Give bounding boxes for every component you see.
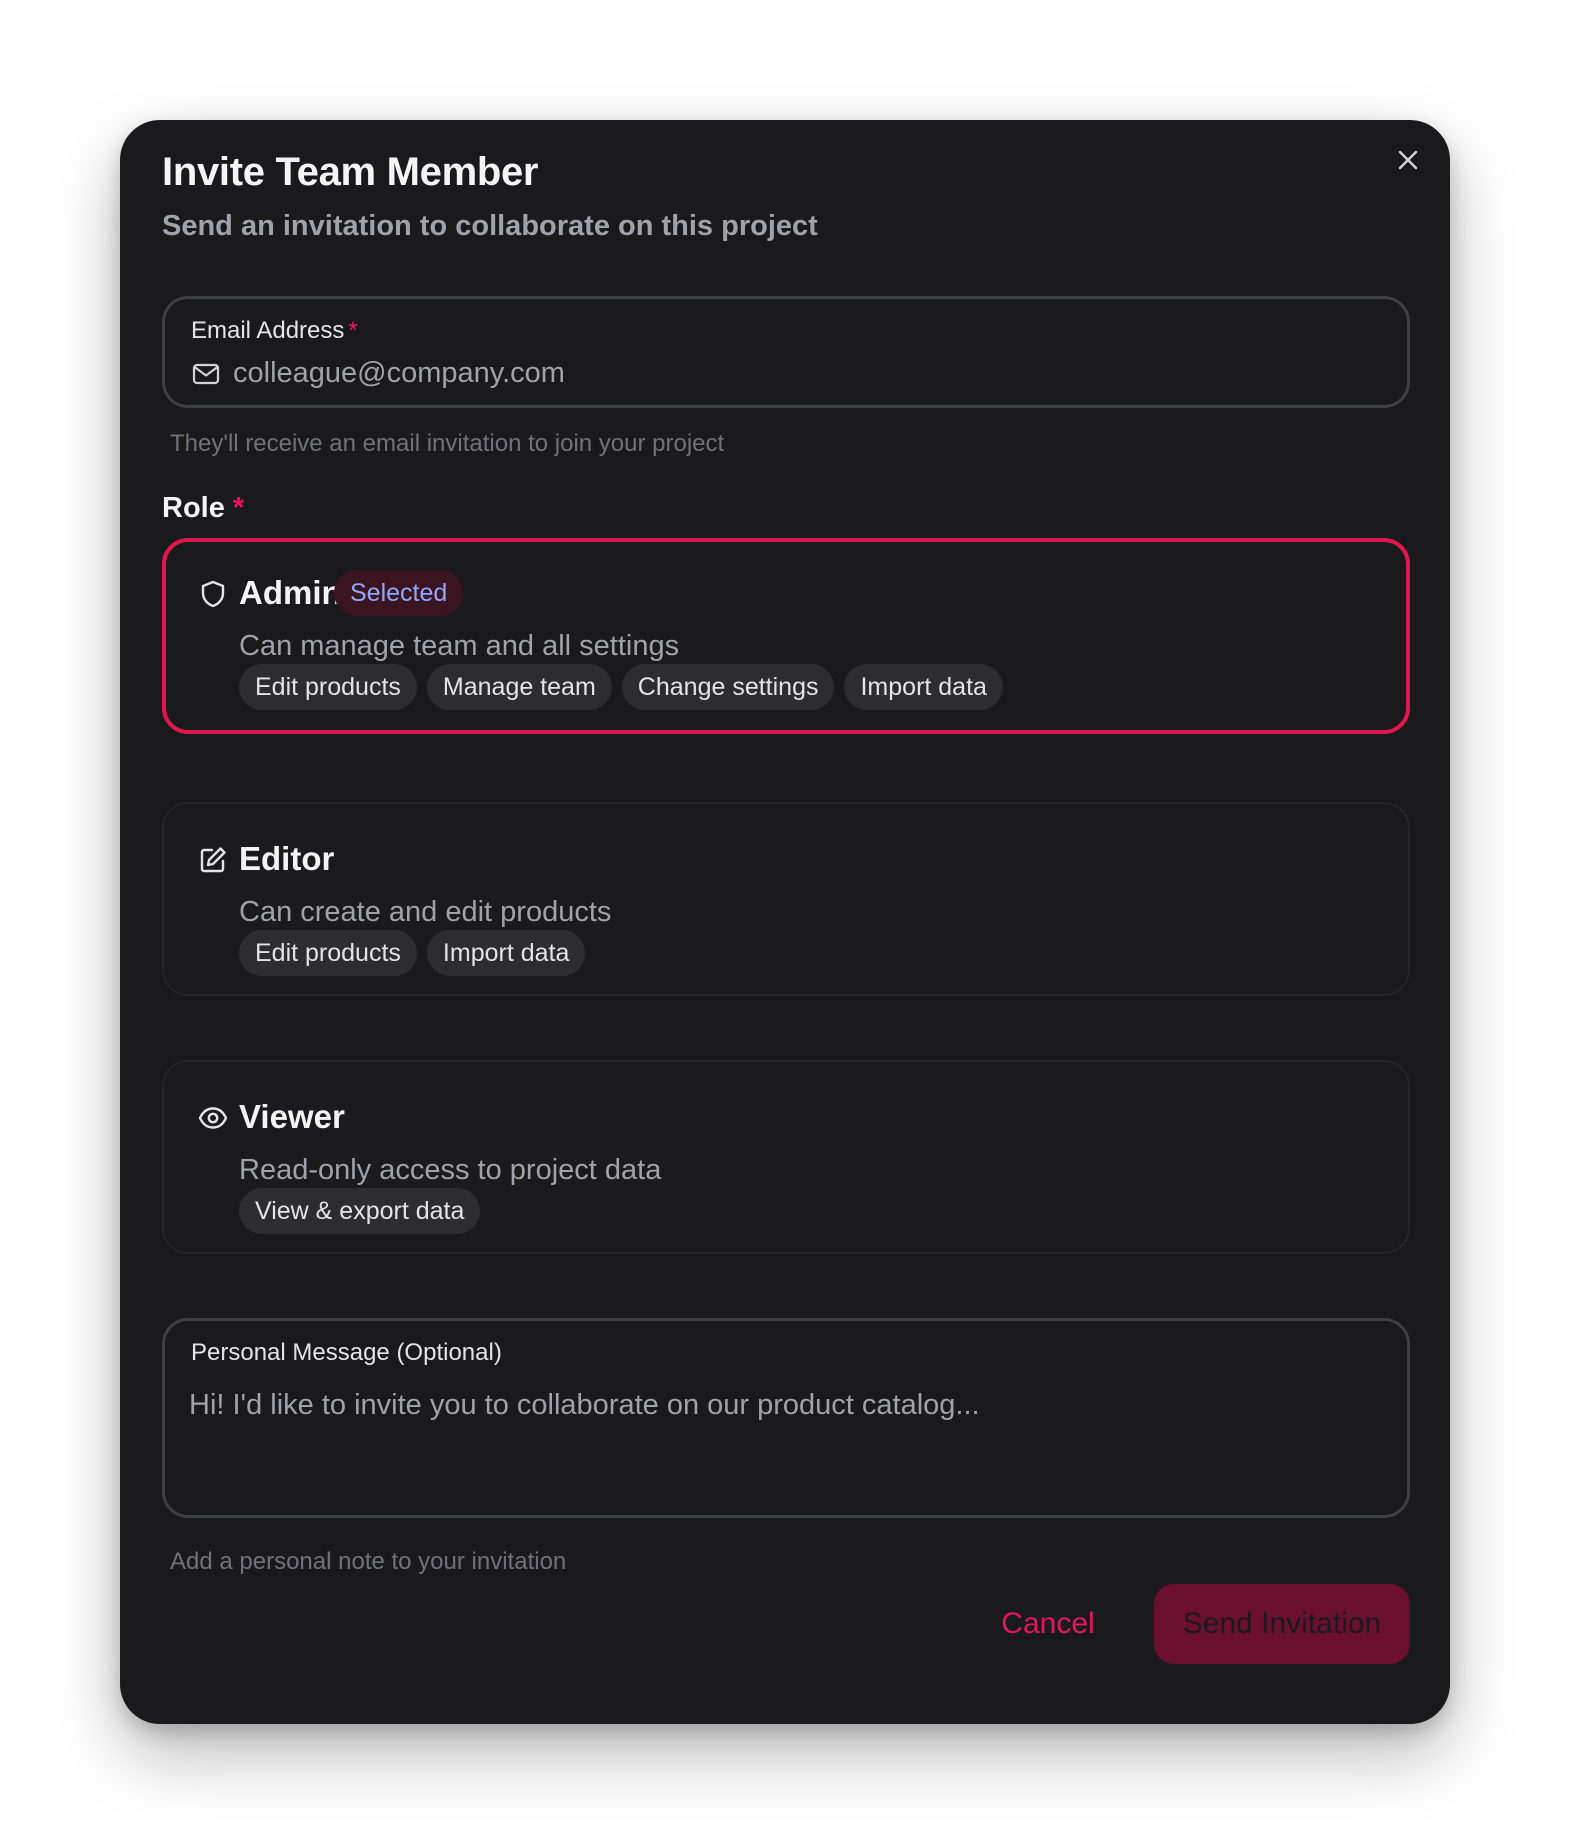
email-field[interactable]: Email Address * [162, 296, 1410, 408]
message-field[interactable]: Personal Message (Optional) [162, 1318, 1410, 1518]
role-name: Viewer [239, 1098, 345, 1135]
role-option-editor[interactable]: Editor Can create and edit products Edit… [162, 802, 1410, 996]
message-label: Personal Message (Optional) [191, 1339, 502, 1366]
dialog-subtitle: Send an invitation to collaborate on thi… [162, 210, 818, 242]
permission-tag: View & export data [239, 1188, 481, 1234]
role-name: Admin [239, 574, 342, 611]
role-description: Read-only access to project data [239, 1154, 662, 1186]
message-helper-text: Add a personal note to your invitation [170, 1548, 567, 1575]
edit-icon [200, 847, 226, 873]
permission-tag: Import data [844, 664, 1003, 710]
eye-icon [198, 1107, 228, 1129]
permission-tag: Import data [426, 930, 586, 976]
selected-badge: Selected [334, 570, 464, 616]
email-input[interactable] [233, 351, 1383, 395]
role-option-viewer[interactable]: Viewer Read-only access to project data … [162, 1060, 1410, 1254]
permission-tags: Edit products Import data [239, 930, 586, 976]
permission-tag: Change settings [621, 664, 835, 710]
invite-dialog: Invite Team Member Send an invitation to… [120, 120, 1450, 1724]
role-description: Can create and edit products [239, 896, 612, 928]
send-invitation-button[interactable]: Send Invitation [1154, 1584, 1410, 1664]
message-textarea[interactable] [189, 1389, 1379, 1499]
permission-tag: Edit products [239, 930, 417, 976]
cancel-button[interactable]: Cancel [982, 1584, 1114, 1664]
role-name: Editor [239, 840, 335, 877]
email-label: Email Address * [191, 317, 358, 344]
permission-tag: Manage team [426, 664, 612, 710]
close-button[interactable] [1388, 140, 1428, 180]
role-description: Can manage team and all settings [239, 630, 680, 662]
shield-icon [201, 580, 225, 608]
email-helper-text: They'll receive an email invitation to j… [170, 430, 725, 457]
role-option-admin[interactable]: Admin Selected Can manage team and all s… [162, 538, 1410, 734]
dialog-title: Invite Team Member [162, 150, 539, 194]
permission-tag: Edit products [239, 664, 417, 710]
required-marker: * [232, 492, 245, 524]
mail-icon [192, 363, 220, 385]
close-icon [1398, 150, 1418, 170]
permission-tags: View & export data [239, 1188, 481, 1234]
required-marker: * [348, 317, 358, 344]
permission-tags: Edit products Manage team Change setting… [239, 664, 1003, 710]
role-label: Role * [162, 492, 245, 524]
